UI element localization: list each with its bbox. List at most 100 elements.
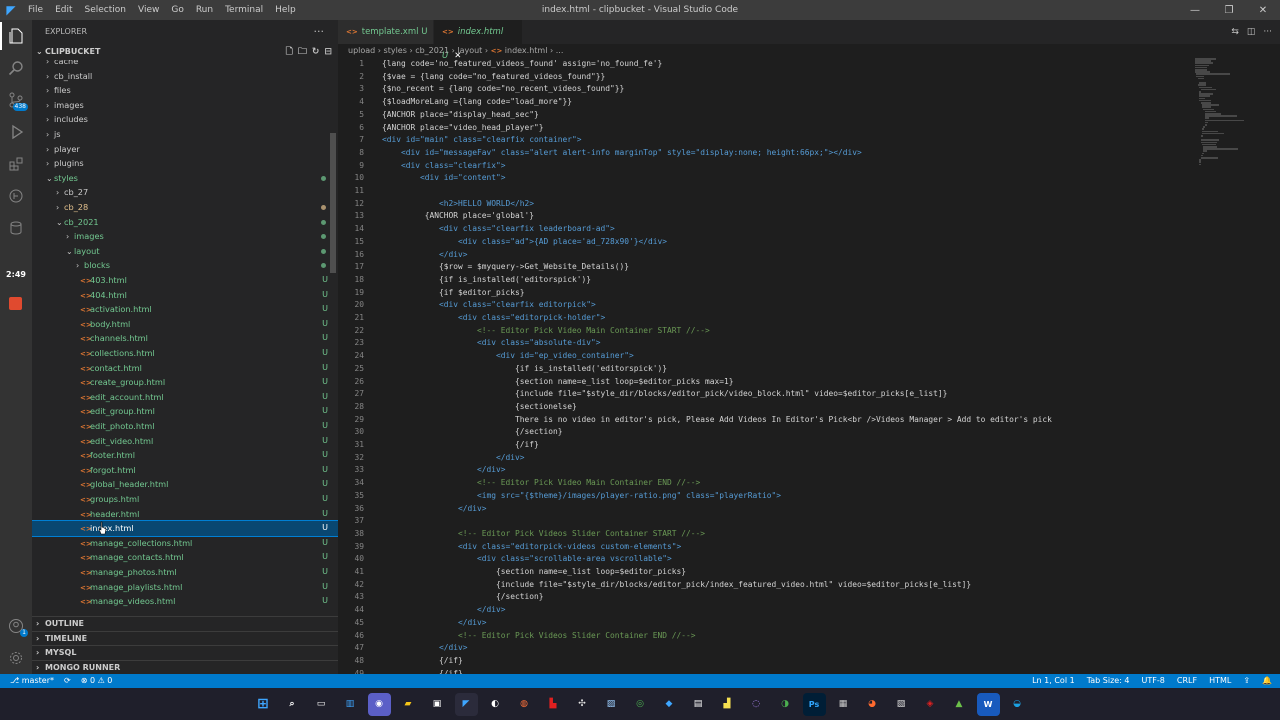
editor-scrollbar[interactable]	[1268, 58, 1278, 674]
extensions-icon[interactable]	[0, 150, 32, 178]
database-icon[interactable]	[0, 214, 32, 242]
folder-item[interactable]: › cb_28	[32, 200, 338, 215]
code-line[interactable]: 10 <div id="content">	[338, 172, 1193, 185]
code-line[interactable]: 17 {$row = $myquery->Get_Website_Details…	[338, 261, 1193, 274]
menu-item-help[interactable]: Help	[269, 0, 302, 20]
close-icon[interactable]: ✕	[1246, 0, 1280, 20]
new-file-icon[interactable]: 🗋	[286, 44, 293, 60]
folder-item[interactable]: › cb_install	[32, 69, 338, 84]
firefox-icon[interactable]: ◍	[513, 693, 536, 716]
file-item[interactable]: <>manage_collections.html U	[32, 536, 338, 551]
restore-icon[interactable]: ❐	[1212, 0, 1246, 20]
code-editor[interactable]: 1 {lang code='no_featured_videos_found' a…	[338, 58, 1193, 674]
settings-gear-icon[interactable]	[0, 644, 32, 672]
file-explorer-icon[interactable]: ▰	[397, 693, 420, 716]
file-item[interactable]: <>body.html U	[32, 317, 338, 332]
code-line[interactable]: 9 <div class="clearfix">	[338, 160, 1193, 173]
pdf-reader-icon[interactable]: ▙	[542, 693, 565, 716]
tab-size[interactable]: Tab Size: 4	[1087, 674, 1130, 688]
code-line[interactable]: 27 {include file="$style_dir/blocks/edit…	[338, 388, 1193, 401]
refresh-icon[interactable]: ↻	[312, 44, 320, 60]
stop-recording-icon[interactable]	[9, 297, 22, 310]
folder-item[interactable]: ⌄cb_2021	[32, 215, 338, 230]
code-line[interactable]: 23 <div class="absolute-div">	[338, 337, 1193, 350]
anydesk-icon[interactable]: ◈	[919, 693, 942, 716]
more-actions-icon[interactable]: ···	[1263, 20, 1272, 44]
code-line[interactable]: 25 {if is_installed('editorspick')}	[338, 363, 1193, 376]
minimap[interactable]	[1195, 58, 1255, 348]
file-item[interactable]: <>header.html U	[32, 507, 338, 522]
git-graph-icon[interactable]	[0, 182, 32, 210]
code-line[interactable]: 4 {$loadMoreLang ={lang code="load_more"}…	[338, 96, 1193, 109]
file-item[interactable]: <>groups.html U	[32, 492, 338, 507]
github-desktop-icon[interactable]: ◌	[745, 693, 768, 716]
problems-indicator[interactable]: ⊗ 0 ⚠ 0	[81, 674, 113, 688]
section-timeline[interactable]: › TIMELINE	[32, 630, 338, 646]
code-line[interactable]: 13 {ANCHOR place='global'}	[338, 210, 1193, 223]
file-item[interactable]: <>edit_video.html U	[32, 434, 338, 449]
slack-icon[interactable]: ✣	[571, 693, 594, 716]
file-item[interactable]: <>channels.html U	[32, 331, 338, 346]
code-line[interactable]: 11	[338, 185, 1193, 198]
accounts-icon[interactable]: 1	[0, 612, 32, 640]
calculator-icon[interactable]: ▦	[832, 693, 855, 716]
code-line[interactable]: 21 <div class="editorpick-holder">	[338, 312, 1193, 325]
end-of-line[interactable]: CRLF	[1177, 674, 1197, 688]
menu-item-view[interactable]: View	[132, 0, 165, 20]
section-mongo-runner[interactable]: › MONGO RUNNER	[32, 659, 338, 675]
file-item[interactable]: <>index.html U	[32, 520, 338, 537]
notepad-icon[interactable]: ▧	[890, 693, 913, 716]
code-line[interactable]: 28 {sectionelse}	[338, 401, 1193, 414]
menu-item-file[interactable]: File	[22, 0, 49, 20]
search-icon[interactable]	[0, 54, 32, 82]
folder-item[interactable]: › plugins	[32, 156, 338, 171]
file-item[interactable]: <>edit_account.html U	[32, 390, 338, 405]
folder-item[interactable]: › player	[32, 142, 338, 157]
code-line[interactable]: 32 </div>	[338, 452, 1193, 465]
branch-indicator[interactable]: ⎇ master*	[10, 674, 54, 688]
terminal-icon[interactable]: ▤	[687, 693, 710, 716]
file-item[interactable]: <>collections.html U	[32, 346, 338, 361]
breadcrumb-item[interactable]: upload	[348, 46, 375, 55]
folder-item[interactable]: › images	[32, 98, 338, 113]
code-line[interactable]: 18 {if is_installed('editorspick')}	[338, 274, 1193, 287]
code-line[interactable]: 37	[338, 515, 1193, 528]
task-view-icon[interactable]: ▭	[310, 693, 333, 716]
cursor-position[interactable]: Ln 1, Col 1	[1032, 674, 1075, 688]
android-studio-icon[interactable]: ▲	[948, 693, 971, 716]
chrome-icon[interactable]: ◎	[629, 693, 652, 716]
file-item[interactable]: <>edit_photo.html U	[32, 419, 338, 434]
code-line[interactable]: 5 {ANCHOR place="display_head_sec"}	[338, 109, 1193, 122]
file-item[interactable]: <>manage_playlists.html U	[32, 580, 338, 595]
file-item[interactable]: <>footer.html U	[32, 448, 338, 463]
search-icon[interactable]: ⌕	[281, 693, 304, 716]
code-line[interactable]: 38 <!-- Editor Pick Videos Slider Contai…	[338, 528, 1193, 541]
windows-start-icon[interactable]: ⊞	[252, 693, 275, 716]
code-line[interactable]: 39 <div class="editorpick-videos custom-…	[338, 541, 1193, 554]
code-line[interactable]: 44 </div>	[338, 604, 1193, 617]
tab-template-xml[interactable]: <> template.xml U	[338, 20, 433, 44]
code-line[interactable]: 7 <div id="main" class="clearfix containe…	[338, 134, 1193, 147]
menu-item-go[interactable]: Go	[165, 0, 189, 20]
folder-item[interactable]: › js	[32, 127, 338, 142]
photos-icon[interactable]: ▨	[600, 693, 623, 716]
file-item[interactable]: <>manage_photos.html U	[32, 565, 338, 580]
file-item[interactable]: <>forgot.html U	[32, 463, 338, 478]
folder-item[interactable]: › blocks	[32, 258, 338, 273]
code-line[interactable]: 46 <!-- Editor Pick Videos Slider Contai…	[338, 630, 1193, 643]
code-line[interactable]: 20 <div class="clearfix editorpick">	[338, 299, 1193, 312]
folder-item[interactable]: ⌄layout	[32, 244, 338, 259]
code-line[interactable]: 22 <!-- Editor Pick Video Main Container…	[338, 325, 1193, 338]
collapse-all-icon[interactable]: ⊟	[324, 44, 332, 60]
menu-item-selection[interactable]: Selection	[79, 0, 132, 20]
explorer-icon[interactable]	[0, 22, 32, 50]
compare-changes-icon[interactable]: ⇆	[1231, 20, 1239, 44]
project-header[interactable]: ⌄ CLIPBUCKET 🗋 🗀 ↻ ⊟	[32, 44, 338, 60]
menu-item-run[interactable]: Run	[190, 0, 219, 20]
file-item[interactable]: <>403.html U	[32, 273, 338, 288]
code-line[interactable]: 3 {$no_recent = {lang code="no_recent_vid…	[338, 83, 1193, 96]
section-outline[interactable]: › OUTLINE	[32, 616, 338, 631]
code-line[interactable]: 30 {/section}	[338, 426, 1193, 439]
folder-item[interactable]: › includes	[32, 112, 338, 127]
breadcrumb-item[interactable]: styles	[384, 46, 407, 55]
